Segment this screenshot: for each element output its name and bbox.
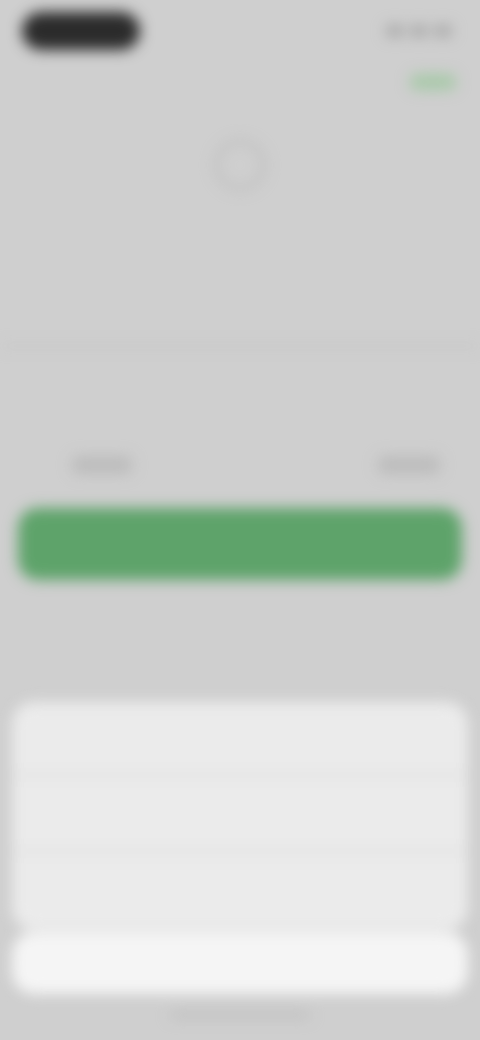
action-sheet-option-1[interactable]	[12, 702, 468, 772]
row-label	[72, 456, 132, 474]
status-bar-icons	[382, 22, 452, 40]
action-sheet	[12, 702, 468, 930]
circle-icon	[215, 140, 265, 190]
primary-action-button[interactable]	[18, 508, 462, 580]
action-sheet-option-3[interactable]	[12, 854, 468, 924]
wifi-icon	[410, 25, 428, 37]
action-sheet-separator	[12, 774, 468, 776]
action-sheet-option-2[interactable]	[12, 778, 468, 848]
action-sheet-separator	[12, 850, 468, 852]
battery-icon	[434, 25, 452, 37]
status-bar-time-pill	[22, 12, 140, 50]
divider	[0, 345, 480, 347]
home-indicator	[170, 1012, 310, 1018]
signal-icon	[386, 25, 404, 37]
action-sheet-cancel-button[interactable]	[12, 932, 468, 994]
nav-action-button[interactable]	[410, 74, 456, 90]
row-value	[378, 456, 440, 474]
